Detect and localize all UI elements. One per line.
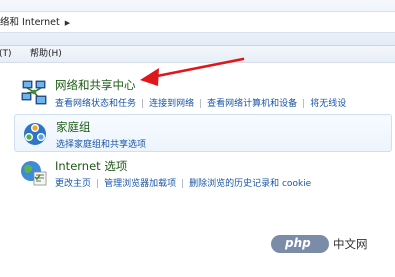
link-add-wireless-device[interactable]: 将无线设 [310, 99, 346, 109]
menu-item-tools-label: T) [2, 49, 12, 59]
link-view-network-computers[interactable]: 查看网络计算机和设备 [207, 99, 297, 109]
link-separator: | [302, 99, 306, 109]
menu-item-help[interactable]: 帮助(H) [30, 46, 62, 63]
link-separator: | [199, 99, 203, 109]
link-homegroup-sharing-options[interactable]: 选择家庭组和共享选项 [56, 140, 146, 150]
address-bar: 络和 Internet ▶ [0, 0, 395, 46]
link-change-homepage[interactable]: 更改主页 [55, 179, 91, 189]
homegroup-icon[interactable] [20, 119, 50, 152]
section-title-internet-options[interactable]: Internet 选项 [55, 158, 127, 174]
section-title-homegroup[interactable]: 家庭组 [56, 119, 91, 135]
breadcrumb[interactable]: 络和 Internet ▶ [0, 11, 395, 33]
link-connect-to-network[interactable]: 连接到网络 [149, 99, 194, 109]
link-separator: | [181, 179, 185, 189]
watermark-badge-text: php [285, 236, 311, 250]
internet-options-icon[interactable] [19, 158, 49, 191]
link-manage-addons[interactable]: 管理浏览器加载项 [104, 179, 176, 189]
watermark: php 中文网 [271, 234, 389, 254]
link-separator: | [96, 179, 100, 189]
section-links-internet-options: 更改主页 | 管理浏览器加载项 | 删除浏览的历史记录和 cookie [55, 176, 311, 189]
section-links-homegroup: 选择家庭组和共享选项 [56, 137, 146, 150]
section-internet-options: Internet 选项 更改主页 | 管理浏览器加载项 | 删除浏览的历史记录和 coo… [14, 156, 392, 196]
section-links-network-sharing: 查看网络状态和任务 | 连接到网络 | 查看网络计算机和设备 | 将无线设 [55, 96, 346, 109]
section-title-network-sharing[interactable]: 网络和共享中心 [55, 77, 136, 93]
chevron-right-icon[interactable]: ▶ [65, 19, 70, 27]
section-network-sharing: 网络和共享中心 查看网络状态和任务 | 连接到网络 | 查看网络计算机和设备 | 将无线设 [14, 73, 392, 115]
watermark-badge: php [271, 235, 329, 253]
network-icon[interactable] [19, 78, 49, 111]
watermark-text: 中文网 [333, 237, 368, 251]
link-view-network-status[interactable]: 查看网络状态和任务 [55, 99, 136, 109]
menu-bar: (T) 帮助(H) [0, 46, 395, 63]
link-delete-history[interactable]: 删除浏览的历史记录和 cookie [189, 179, 311, 189]
link-separator: | [141, 99, 145, 109]
breadcrumb-label[interactable]: 络和 Internet [0, 17, 60, 28]
menu-item-tools[interactable]: (T) [0, 46, 12, 63]
section-homegroup[interactable]: 家庭组 选择家庭组和共享选项 [14, 114, 392, 152]
